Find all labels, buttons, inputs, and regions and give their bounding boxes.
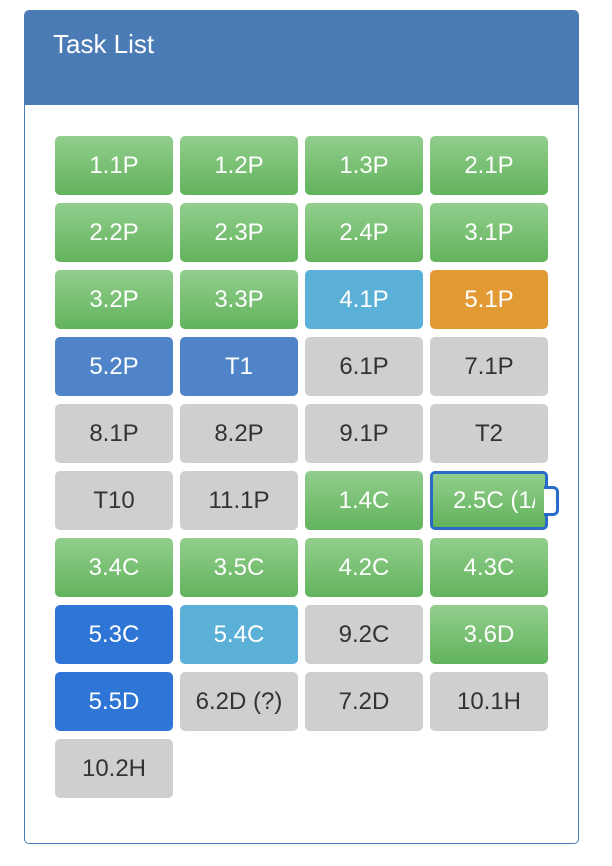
task-9-2c[interactable]: 9.2C [305, 605, 423, 664]
task-8-2p[interactable]: 8.2P [180, 404, 298, 463]
task-list-panel: Task List 1.1P 1.2P 1.3P 2.1P 2.2P 2.3P … [24, 10, 579, 844]
task-4-3c[interactable]: 4.3C [430, 538, 548, 597]
task-2-4p[interactable]: 2.4P [305, 203, 423, 262]
task-10-2h[interactable]: 10.2H [55, 739, 173, 798]
task-5-5d[interactable]: 5.5D [55, 672, 173, 731]
task-6-2d[interactable]: 6.2D (?) [180, 672, 298, 731]
task-5-3c[interactable]: 5.3C [55, 605, 173, 664]
task-4-1p[interactable]: 4.1P [305, 270, 423, 329]
task-10-1h[interactable]: 10.1H [430, 672, 548, 731]
task-5-2p[interactable]: 5.2P [55, 337, 173, 396]
task-9-1p[interactable]: 9.1P [305, 404, 423, 463]
task-3-2p[interactable]: 3.2P [55, 270, 173, 329]
task-2-1p[interactable]: 2.1P [430, 136, 548, 195]
task-5-4c[interactable]: 5.4C [180, 605, 298, 664]
task-3-4c[interactable]: 3.4C [55, 538, 173, 597]
task-7-2d[interactable]: 7.2D [305, 672, 423, 731]
panel-header: Task List [25, 11, 578, 105]
task-t1[interactable]: T1 [180, 337, 298, 396]
task-1-3p[interactable]: 1.3P [305, 136, 423, 195]
task-6-1p[interactable]: 6.1P [305, 337, 423, 396]
task-1-2p[interactable]: 1.2P [180, 136, 298, 195]
task-t2[interactable]: T2 [430, 404, 548, 463]
task-t10[interactable]: T10 [55, 471, 173, 530]
selection-tab-marker [544, 486, 559, 516]
panel-title: Task List [53, 29, 155, 59]
task-1-1p[interactable]: 1.1P [55, 136, 173, 195]
task-5-1p[interactable]: 5.1P [430, 270, 548, 329]
task-3-1p[interactable]: 3.1P [430, 203, 548, 262]
task-2-5c-label: 2.5C (1/ [453, 486, 535, 514]
task-2-3p[interactable]: 2.3P [180, 203, 298, 262]
task-4-2c[interactable]: 4.2C [305, 538, 423, 597]
task-8-1p[interactable]: 8.1P [55, 404, 173, 463]
task-2-2p[interactable]: 2.2P [55, 203, 173, 262]
task-7-1p[interactable]: 7.1P [430, 337, 548, 396]
task-1-4c[interactable]: 1.4C [305, 471, 423, 530]
task-3-5c[interactable]: 3.5C [180, 538, 298, 597]
task-2-5c-selected[interactable]: 2.5C (1/ [430, 471, 559, 530]
task-grid: 1.1P 1.2P 1.3P 2.1P 2.2P 2.3P 2.4P 3.1P … [55, 136, 559, 798]
task-11-1p[interactable]: 11.1P [180, 471, 298, 530]
task-3-6d[interactable]: 3.6D [430, 605, 548, 664]
task-3-3p[interactable]: 3.3P [180, 270, 298, 329]
